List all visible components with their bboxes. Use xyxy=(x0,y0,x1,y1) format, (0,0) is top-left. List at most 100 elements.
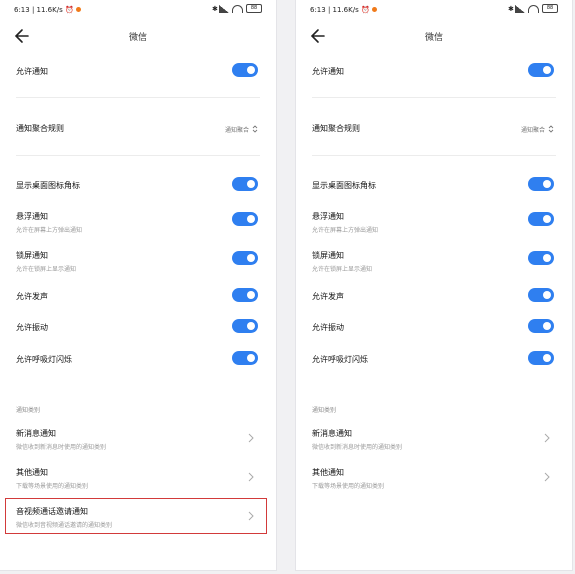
new-msg-row[interactable]: 新消息通知 微信收到新消息时使用的通知类别 xyxy=(312,428,556,451)
other-label: 其他通知 xyxy=(312,468,344,477)
lock-toggle[interactable] xyxy=(232,251,258,265)
status-time: 6:13 xyxy=(310,6,326,14)
page-title: 微信 xyxy=(424,33,443,43)
sound-row[interactable]: 允许发声 xyxy=(16,288,260,302)
group-rule-label: 通知聚合规则 xyxy=(16,124,64,133)
lock-row[interactable]: 锁屏通知 允许在锁屏上显示通知 xyxy=(16,250,260,273)
chevron-right-icon[interactable] xyxy=(246,433,256,443)
new-msg-label: 新消息通知 xyxy=(16,429,56,438)
float-row[interactable]: 悬浮通知 允许在屏幕上方弹出通知 xyxy=(16,211,260,234)
highlight-box xyxy=(5,498,267,534)
breath-row[interactable]: 允许呼吸灯闪烁 xyxy=(16,351,260,365)
other-row[interactable]: 其他通知 下载等场景使用的通知类别 xyxy=(312,467,556,490)
badge-label: 显示桌面图标角标 xyxy=(16,181,80,190)
lock-label: 锁屏通知 xyxy=(312,251,344,260)
signal-icon xyxy=(219,4,229,13)
signal-icon xyxy=(515,4,525,13)
badge-label: 显示桌面图标角标 xyxy=(312,181,376,190)
new-msg-sub: 微信收到新消息时使用的通知类别 xyxy=(312,444,403,451)
allow-notify-row[interactable]: 允许通知 xyxy=(16,63,260,77)
vibrate-toggle[interactable] xyxy=(528,319,554,333)
app-dot-icon xyxy=(75,7,81,12)
lock-sub: 允许在锁屏上显示通知 xyxy=(312,266,373,273)
badge-row[interactable]: 显示桌面图标角标 xyxy=(312,177,556,191)
sound-toggle[interactable] xyxy=(528,288,554,302)
allow-notify-toggle[interactable] xyxy=(232,63,258,77)
alarm-icon: ⏰ xyxy=(64,6,74,14)
page-title: 微信 xyxy=(128,33,147,43)
chevron-right-icon[interactable] xyxy=(542,433,552,443)
group-rule-row[interactable]: 通知聚合规则 通知聚合 xyxy=(312,123,556,134)
group-rule-label: 通知聚合规则 xyxy=(312,124,360,133)
status-speed: 11.6K/s xyxy=(36,6,63,14)
sound-label: 允许发声 xyxy=(312,292,344,301)
badge-toggle[interactable] xyxy=(232,177,258,191)
badge-row[interactable]: 显示桌面图标角标 xyxy=(16,177,260,191)
status-bar: 6:13 | 11.6K/s ⏰ ✱ 88 xyxy=(296,0,572,20)
chevron-right-icon[interactable] xyxy=(246,472,256,482)
app-dot-icon xyxy=(371,7,377,12)
breath-toggle[interactable] xyxy=(232,351,258,365)
settings-screen-right: 6:13 | 11.6K/s ⏰ ✱ 88 微信 允许通知 通知聚合规则 通知聚… xyxy=(296,0,572,570)
lock-sub: 允许在锁屏上显示通知 xyxy=(16,266,77,273)
alarm-icon: ⏰ xyxy=(360,6,370,14)
divider xyxy=(16,155,260,156)
category-section-label: 通知类别 xyxy=(312,407,337,414)
battery-icon: 88 xyxy=(246,4,262,13)
group-rule-value[interactable]: 通知聚合 xyxy=(521,124,554,134)
float-label: 悬浮通知 xyxy=(16,212,48,221)
other-sub: 下载等场景使用的通知类别 xyxy=(16,483,89,490)
up-down-chevron-icon xyxy=(548,125,554,133)
vibrate-row[interactable]: 允许振动 xyxy=(312,319,556,333)
vibrate-label: 允许振动 xyxy=(16,323,48,332)
other-sub: 下载等场景使用的通知类别 xyxy=(312,483,385,490)
up-down-chevron-icon xyxy=(252,125,258,133)
group-rule-row[interactable]: 通知聚合规则 通知聚合 xyxy=(16,123,260,134)
breath-row[interactable]: 允许呼吸灯闪烁 xyxy=(312,351,556,365)
new-msg-sub: 微信收到新消息时使用的通知类别 xyxy=(16,444,107,451)
status-bar: 6:13 | 11.6K/s ⏰ ✱ 88 xyxy=(0,0,276,20)
sound-toggle[interactable] xyxy=(232,288,258,302)
bluetooth-icon: ✱ xyxy=(212,4,218,13)
wifi-icon xyxy=(232,4,243,13)
vibrate-toggle[interactable] xyxy=(232,319,258,333)
badge-toggle[interactable] xyxy=(528,177,554,191)
breath-label: 允许呼吸灯闪烁 xyxy=(312,355,368,364)
float-row[interactable]: 悬浮通知 允许在屏幕上方弹出通知 xyxy=(312,211,556,234)
float-sub: 允许在屏幕上方弹出通知 xyxy=(16,227,83,234)
allow-notify-label: 允许通知 xyxy=(16,67,48,76)
divider xyxy=(16,97,260,98)
allow-notify-row[interactable]: 允许通知 xyxy=(312,63,556,77)
float-sub: 允许在屏幕上方弹出通知 xyxy=(312,227,379,234)
sound-row[interactable]: 允许发声 xyxy=(312,288,556,302)
group-rule-value[interactable]: 通知聚合 xyxy=(225,124,258,134)
allow-notify-label: 允许通知 xyxy=(312,67,344,76)
category-section-label: 通知类别 xyxy=(16,407,41,414)
breath-toggle[interactable] xyxy=(528,351,554,365)
header: 微信 xyxy=(296,26,572,46)
float-label: 悬浮通知 xyxy=(312,212,344,221)
other-row[interactable]: 其他通知 下载等场景使用的通知类别 xyxy=(16,467,260,490)
status-speed: 11.6K/s xyxy=(332,6,359,14)
new-msg-label: 新消息通知 xyxy=(312,429,352,438)
lock-toggle[interactable] xyxy=(528,251,554,265)
float-toggle[interactable] xyxy=(528,212,554,226)
sound-label: 允许发声 xyxy=(16,292,48,301)
lock-row[interactable]: 锁屏通知 允许在锁屏上显示通知 xyxy=(312,250,556,273)
lock-label: 锁屏通知 xyxy=(16,251,48,260)
bluetooth-icon: ✱ xyxy=(508,4,514,13)
divider xyxy=(312,155,556,156)
chevron-right-icon[interactable] xyxy=(542,472,552,482)
vibrate-label: 允许振动 xyxy=(312,323,344,332)
header: 微信 xyxy=(0,26,276,46)
vibrate-row[interactable]: 允许振动 xyxy=(16,319,260,333)
allow-notify-toggle[interactable] xyxy=(528,63,554,77)
float-toggle[interactable] xyxy=(232,212,258,226)
settings-screen-left: 6:13 | 11.6K/s ⏰ ✱ 88 微信 允许通知 通知聚合规则 通知聚… xyxy=(0,0,276,570)
wifi-icon xyxy=(528,4,539,13)
status-time: 6:13 xyxy=(14,6,30,14)
battery-icon: 88 xyxy=(542,4,558,13)
breath-label: 允许呼吸灯闪烁 xyxy=(16,355,72,364)
new-msg-row[interactable]: 新消息通知 微信收到新消息时使用的通知类别 xyxy=(16,428,260,451)
other-label: 其他通知 xyxy=(16,468,48,477)
